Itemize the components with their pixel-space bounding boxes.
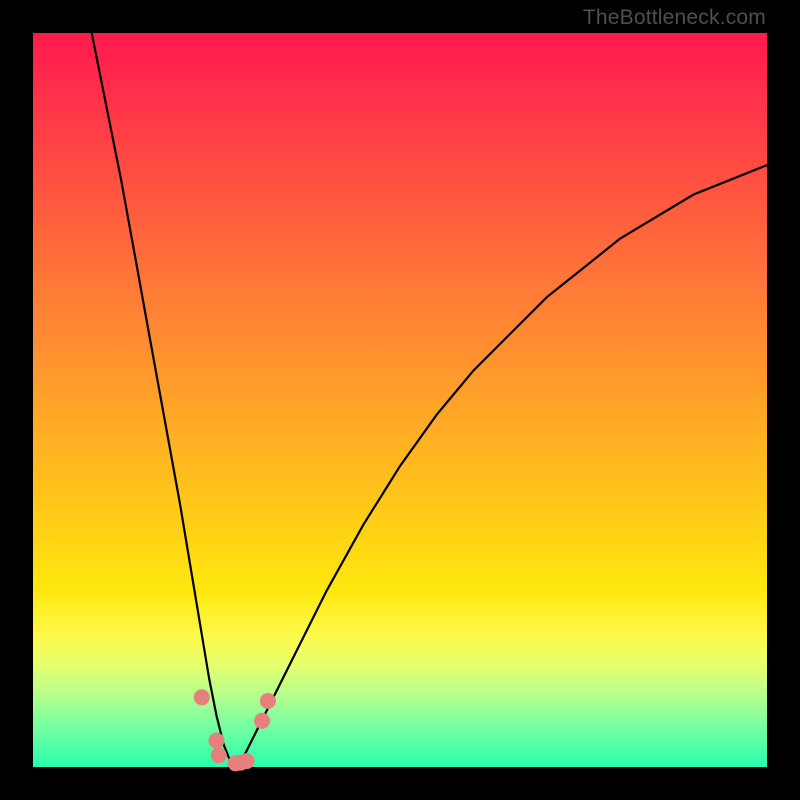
data-marker-7: [260, 693, 276, 709]
marker-group: [194, 689, 276, 771]
data-marker-5: [239, 753, 255, 769]
curve-group: [92, 33, 767, 763]
plot-area: [33, 33, 767, 767]
watermark-text: TheBottleneck.com: [583, 6, 766, 30]
data-marker-1: [209, 733, 225, 749]
data-marker-0: [194, 689, 210, 705]
data-marker-6: [254, 713, 270, 729]
data-marker-2: [211, 747, 227, 763]
bottleneck-curve-path: [92, 33, 767, 763]
bottleneck-curve-svg: [33, 33, 767, 767]
chart-frame: TheBottleneck.com: [0, 0, 800, 800]
